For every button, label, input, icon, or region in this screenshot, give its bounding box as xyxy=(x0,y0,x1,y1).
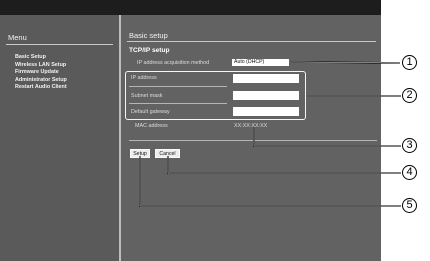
setup-button[interactable]: Setup xyxy=(130,149,150,158)
main-content: Basic setup TCP/IP setup IP address acqu… xyxy=(121,15,381,261)
default-gateway-label: Default gateway xyxy=(131,109,170,115)
ip-method-label: IP address acquisition method xyxy=(137,60,210,66)
mac-address-value: XX:XX:XX:XX xyxy=(234,123,268,129)
callout-2: 2 xyxy=(402,88,417,103)
title-divider xyxy=(127,41,376,42)
field-separator xyxy=(129,103,227,104)
cancel-button[interactable]: Cancel xyxy=(155,149,180,158)
subnet-mask-field[interactable] xyxy=(233,91,299,100)
mac-address-label: MAC address xyxy=(135,123,168,129)
sidebar: Menu Basic Setup Wireless LAN Setup Firm… xyxy=(0,15,120,261)
sidebar-item-restart-audio-client[interactable]: Restart Audio Client xyxy=(15,84,67,92)
callout-4: 4 xyxy=(402,165,417,180)
sidebar-item-firmware-update[interactable]: Firmware Update xyxy=(15,69,67,77)
menu-title: Menu xyxy=(8,33,27,42)
ip-address-label: IP address xyxy=(131,75,157,81)
callout-5: 5 xyxy=(402,198,417,213)
ip-address-field[interactable] xyxy=(233,74,299,83)
top-bar xyxy=(0,0,381,15)
section-divider xyxy=(129,140,377,141)
section-title: TCP/IP setup xyxy=(129,47,170,54)
page-title: Basic setup xyxy=(129,31,168,40)
field-separator xyxy=(129,86,227,87)
sidebar-item-basic-setup[interactable]: Basic Setup xyxy=(15,54,67,62)
callout-3: 3 xyxy=(402,138,417,153)
subnet-mask-label: Subnet mask xyxy=(131,93,163,99)
menu-divider xyxy=(6,44,113,45)
sidebar-item-wireless-lan-setup[interactable]: Wireless LAN Setup xyxy=(15,62,67,70)
menu-list: Basic Setup Wireless LAN Setup Firmware … xyxy=(15,54,67,92)
sidebar-item-administrator-setup[interactable]: Administrator Setup xyxy=(15,77,67,85)
default-gateway-field[interactable] xyxy=(233,107,299,116)
browser-screen: Menu Basic Setup Wireless LAN Setup Firm… xyxy=(0,0,381,261)
callout-1: 1 xyxy=(402,55,417,70)
ip-method-select[interactable]: Auto (DHCP) xyxy=(232,59,289,66)
